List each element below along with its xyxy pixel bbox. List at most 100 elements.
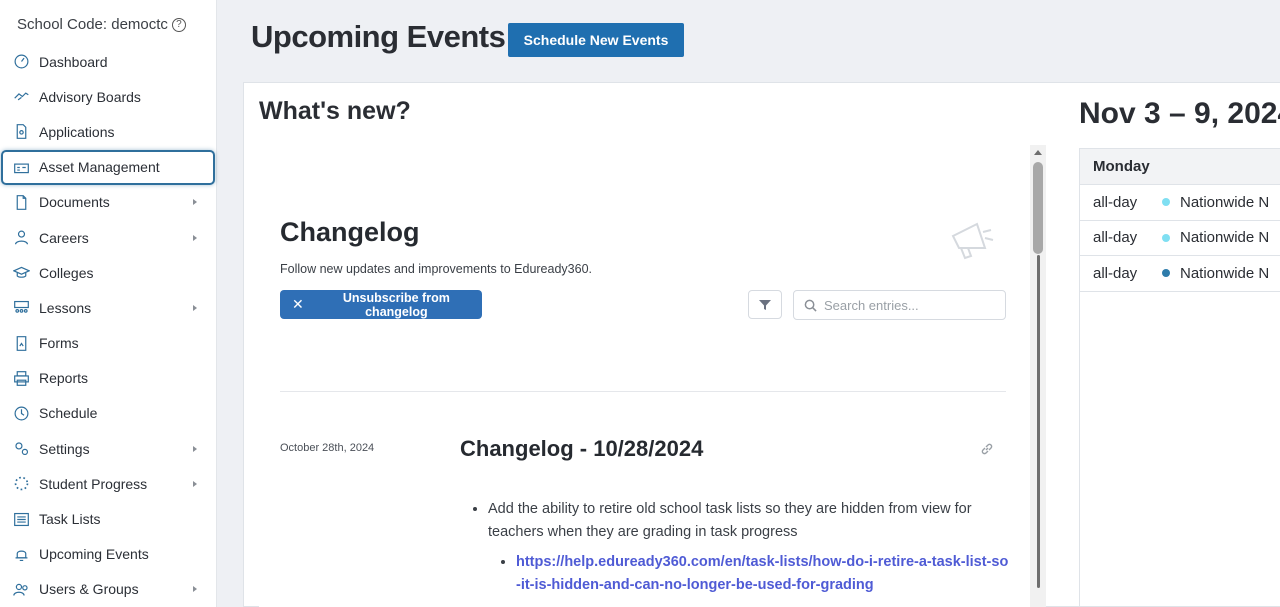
sidebar-item-label: Settings	[39, 440, 90, 457]
list-icon	[12, 510, 30, 528]
help-icon[interactable]: ?	[171, 17, 186, 32]
event-title: Nationwide N	[1180, 193, 1270, 211]
printer-icon	[12, 369, 30, 387]
gears-icon	[12, 440, 30, 458]
calendar-day-header: Monday	[1080, 149, 1280, 185]
entry-bullet-text: Add the ability to retire old school tas…	[488, 501, 972, 540]
scroll-up-icon[interactable]	[1034, 150, 1042, 155]
chevron-right-icon	[193, 199, 197, 206]
sidebar-item-label: Student Progress	[39, 475, 148, 492]
sidebar-item-users-groups[interactable]: Users & Groups	[0, 572, 217, 607]
changelog-subtitle: Follow new updates and improvements to E…	[280, 262, 592, 276]
asset-icon	[12, 158, 30, 176]
link-icon[interactable]	[980, 442, 994, 456]
sidebar-item-careers[interactable]: Careers	[0, 220, 217, 255]
sidebar-item-settings[interactable]: Settings	[0, 431, 217, 466]
sidebar: School Code: democtc ? Dashboard Advisor…	[0, 0, 217, 607]
sidebar-item-label: Documents	[39, 194, 110, 211]
sidebar-item-lessons[interactable]: Lessons	[0, 290, 217, 325]
event-dot	[1162, 198, 1170, 207]
handshake-icon	[12, 88, 30, 106]
changelog-frame: Changelog Follow new updates and improve…	[259, 145, 1032, 607]
calendar-range-title: Nov 3 – 9, 2024	[1079, 97, 1280, 130]
classroom-icon	[12, 299, 30, 317]
calendar-event-row[interactable]: all-day Nationwide N	[1080, 185, 1280, 221]
sidebar-item-label: Upcoming Events	[39, 546, 149, 563]
sidebar-item-label: Careers	[39, 229, 89, 246]
list-item: Add the ability to retire old school tas…	[488, 498, 1010, 597]
sidebar-item-label: Dashboard	[39, 53, 108, 70]
sidebar-item-label: Forms	[39, 335, 79, 352]
event-title: Nationwide N	[1180, 264, 1270, 282]
close-icon: ✕	[292, 296, 304, 312]
chevron-right-icon	[193, 234, 197, 241]
sidebar-item-advisory-boards[interactable]: Advisory Boards	[0, 79, 217, 114]
person-icon	[12, 229, 30, 247]
clock-icon	[12, 404, 30, 422]
list-item: https://help.eduready360.com/en/task-lis…	[516, 551, 1010, 597]
calendar-event-row[interactable]: all-day Nationwide N	[1080, 221, 1280, 256]
sidebar-item-reports[interactable]: Reports	[0, 361, 217, 396]
entry-title: Changelog - 10/28/2024	[460, 436, 704, 461]
scrollbar-thumb[interactable]	[1033, 162, 1043, 254]
main-card: What's new? Changelog Follow new updates…	[243, 82, 1280, 607]
school-code-label: School Code: democtc	[17, 16, 168, 33]
divider	[280, 391, 1006, 392]
search-icon	[804, 299, 817, 312]
sidebar-item-schedule[interactable]: Schedule	[0, 396, 217, 431]
search-input[interactable]	[824, 297, 994, 313]
scrollbar-track	[1037, 255, 1040, 588]
event-title: Nationwide N	[1180, 229, 1270, 247]
chevron-right-icon	[193, 445, 197, 452]
sidebar-item-colleges[interactable]: Colleges	[0, 255, 217, 290]
event-time: all-day	[1093, 229, 1138, 247]
sidebar-item-label: Schedule	[39, 405, 98, 422]
sidebar-item-student-progress[interactable]: Student Progress	[0, 466, 217, 501]
event-time: all-day	[1093, 264, 1138, 282]
help-link[interactable]: https://help.eduready360.com/en/task-lis…	[516, 554, 1008, 593]
event-time: all-day	[1093, 193, 1138, 211]
sidebar-item-dashboard[interactable]: Dashboard	[0, 44, 217, 79]
sidebar-item-label: Advisory Boards	[39, 88, 141, 105]
chevron-right-icon	[193, 480, 197, 487]
entry-date: October 28th, 2024	[280, 442, 375, 454]
sidebar-item-label: Task Lists	[39, 511, 101, 528]
sidebar-item-documents[interactable]: Documents	[0, 185, 217, 220]
filter-icon	[759, 299, 771, 310]
sidebar-item-asset-management[interactable]: Asset Management	[1, 149, 215, 185]
sidebar-item-label: Asset Management	[39, 159, 160, 176]
unsubscribe-button[interactable]: ✕ Unsubscribe from changelog	[280, 290, 482, 319]
gauge-icon	[12, 53, 30, 71]
calendar-event-row[interactable]: all-day Nationwide N	[1080, 256, 1280, 292]
schedule-new-events-button[interactable]: Schedule New Events	[508, 23, 684, 57]
sidebar-item-label: Applications	[39, 123, 115, 140]
event-dot	[1162, 233, 1170, 242]
sidebar-item-applications[interactable]: Applications	[0, 114, 217, 149]
unsubscribe-label: Unsubscribe from changelog	[342, 290, 450, 319]
sidebar-item-task-lists[interactable]: Task Lists	[0, 501, 217, 536]
event-dot	[1162, 269, 1170, 278]
form-icon	[12, 334, 30, 352]
school-code: School Code: democtc ?	[17, 16, 186, 33]
sidebar-item-label: Reports	[39, 370, 89, 387]
sidebar-item-forms[interactable]: Forms	[0, 326, 217, 361]
document-icon	[12, 123, 30, 141]
changelog-scrollbar[interactable]	[1030, 145, 1046, 607]
progress-icon	[12, 475, 30, 493]
sidebar-item-label: Lessons	[39, 299, 92, 316]
bell-icon	[12, 545, 30, 563]
entry-body: Add the ability to retire old school tas…	[470, 498, 1010, 597]
file-icon	[12, 193, 30, 211]
whats-new-heading: What's new?	[259, 97, 411, 125]
sidebar-item-upcoming-events[interactable]: Upcoming Events	[0, 537, 217, 572]
calendar-table: Monday all-day Nationwide N all-day Nati…	[1079, 148, 1280, 607]
graduation-cap-icon	[12, 264, 30, 282]
sidebar-item-label: Colleges	[39, 264, 94, 281]
search-box	[793, 290, 1006, 320]
filter-button[interactable]	[748, 290, 782, 319]
chevron-right-icon	[193, 304, 197, 311]
changelog-title: Changelog	[280, 217, 420, 247]
users-icon	[12, 580, 30, 598]
sidebar-nav: Dashboard Advisory Boards Applications A…	[0, 44, 217, 607]
megaphone-icon	[947, 218, 995, 262]
